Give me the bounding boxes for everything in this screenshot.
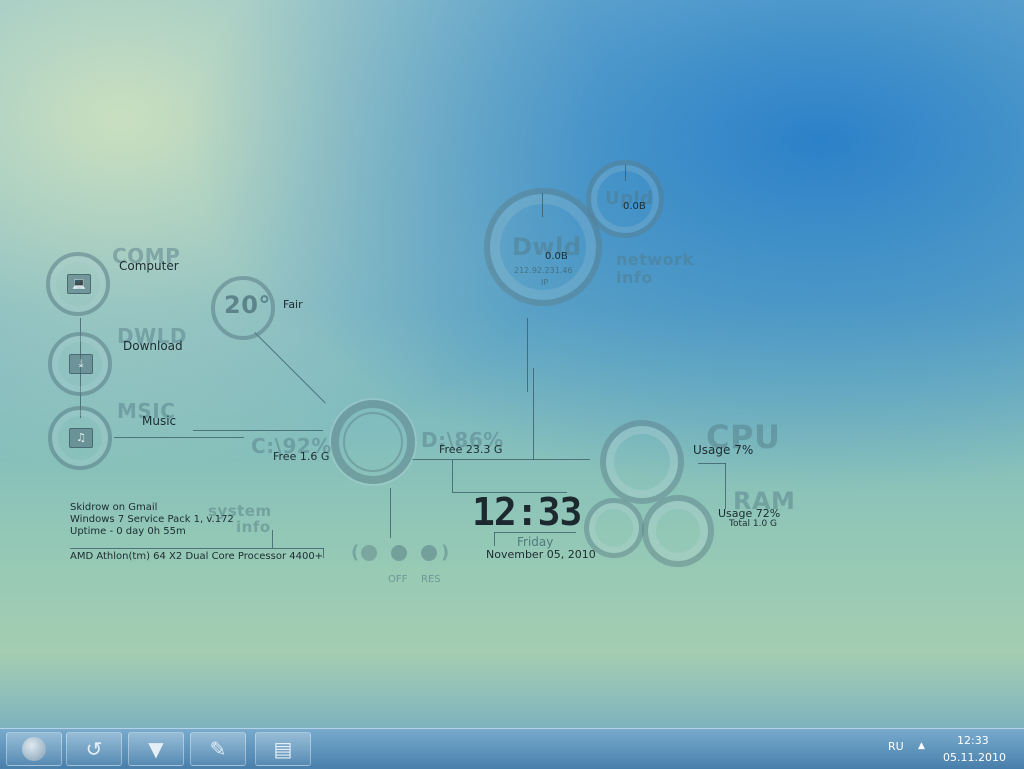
language-indicator[interactable]: RU (888, 740, 904, 753)
connector-line (254, 332, 326, 404)
taskbar: ↺ ▼ ✎ ▤ RU ▲ 12:33 05.11.2010 (0, 728, 1024, 769)
connector-line (70, 548, 324, 549)
upload-speed-value: 0.0B (623, 201, 646, 212)
cpu-name: AMD Athlon(tm) 64 X2 Dual Core Processor… (70, 551, 324, 562)
connector-line (725, 463, 726, 509)
folder-icon: ▤ (273, 737, 293, 761)
drive-gauge-inner (343, 412, 403, 472)
connector-line (527, 318, 528, 392)
res-label: RES (421, 574, 441, 585)
system-info-line-1: Skidrow on Gmail (70, 502, 158, 513)
start-orb-icon (22, 737, 46, 761)
connector-line (412, 459, 590, 460)
taskbar-app-feather[interactable]: ✎ (190, 732, 246, 766)
tray-clock-date[interactable]: 05.11.2010 (943, 751, 1006, 764)
power-bracket-left: ( (351, 542, 360, 563)
weather-temp: 20° (224, 291, 271, 319)
connector-line (494, 532, 495, 546)
taskbar-app-back[interactable]: ↺ (66, 732, 122, 766)
connector-line (193, 430, 323, 431)
cpu-usage: Usage 7% (693, 443, 754, 457)
cpu-gauge (600, 420, 684, 504)
connector-line (114, 437, 244, 438)
gauge-needle (625, 165, 626, 181)
computer-label[interactable]: Computer (119, 259, 179, 273)
off-label: OFF (388, 574, 408, 585)
ip-label: IP (541, 278, 549, 287)
connector-line (323, 548, 324, 558)
clock-time: 12:33 (472, 490, 582, 534)
drive-d-free: Free 23.3 G (439, 443, 503, 456)
gauge-needle (542, 193, 543, 217)
start-button[interactable] (6, 732, 62, 766)
power-bracket-right: ) (441, 542, 450, 563)
download-folder-icon: ⤓ (69, 354, 93, 374)
taskbar-app-explorer[interactable]: ▤ (255, 732, 311, 766)
system-ghost-sub: info (236, 518, 271, 536)
system-info-line-3: Uptime - 0 day 0h 55m (70, 526, 186, 537)
download-speed-value: 0.0B (545, 251, 568, 262)
connector-line (452, 460, 453, 492)
show-hidden-icons-button[interactable]: ▲ (918, 741, 925, 751)
ram-gauge-small (584, 498, 644, 558)
lock-button[interactable] (361, 545, 377, 561)
connector-line (533, 368, 534, 460)
clock-day: Friday (517, 535, 554, 549)
download-label[interactable]: Download (123, 339, 183, 353)
connector-line (698, 463, 726, 464)
back-arrow-icon: ↺ (85, 737, 103, 761)
connector-line (272, 530, 273, 548)
network-title: network (616, 250, 694, 269)
connector-line (390, 488, 391, 538)
drive-c-free: Free 1.6 G (273, 450, 330, 463)
ip-address: 212.92.231.46 (514, 266, 573, 275)
fox-icon: ▼ (148, 737, 164, 761)
ram-total: Total 1.0 G (729, 519, 778, 529)
laptop-icon: 💻 (67, 274, 91, 294)
feather-icon: ✎ (209, 737, 227, 761)
tray-clock-time[interactable]: 12:33 (957, 734, 989, 747)
restart-button[interactable] (421, 545, 437, 561)
network-title-sub: info (616, 268, 653, 287)
music-folder-icon: ♫ (69, 428, 93, 448)
power-off-button[interactable] (391, 545, 407, 561)
ram-gauge (642, 495, 714, 567)
clock-date: November 05, 2010 (486, 548, 596, 561)
music-label[interactable]: Music (142, 414, 176, 428)
taskbar-app-fox[interactable]: ▼ (128, 732, 184, 766)
weather-condition: Fair (283, 298, 303, 311)
